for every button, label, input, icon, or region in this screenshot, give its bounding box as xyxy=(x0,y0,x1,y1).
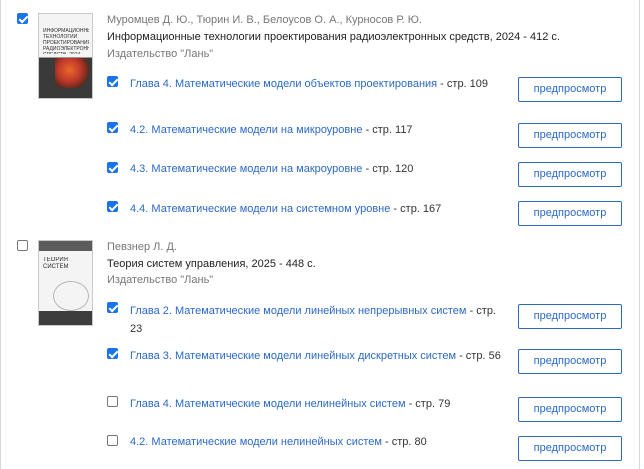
preview-button[interactable]: предпросмотр xyxy=(518,349,622,374)
book-title[interactable]: Теория систем управления, 2025 - 448 с. xyxy=(107,258,316,270)
chapter-link[interactable]: Глава 4. Математические модели нелинейны… xyxy=(130,398,406,410)
chapter-page: - стр. 117 xyxy=(362,124,413,136)
cover-band xyxy=(39,241,92,251)
chapter-checkbox[interactable] xyxy=(107,396,118,407)
chapter-checkbox[interactable] xyxy=(107,435,118,446)
book-publisher: Издательство "Лань" xyxy=(107,274,214,286)
preview-button[interactable]: предпросмотр xyxy=(518,77,622,102)
chapter-checkbox[interactable] xyxy=(107,76,118,87)
chapter-link[interactable]: Глава 3. Математические модели линейных … xyxy=(130,350,456,362)
cover-base xyxy=(39,311,92,325)
chapter-checkbox[interactable] xyxy=(107,122,118,133)
chapter-checkbox[interactable] xyxy=(107,162,118,173)
preview-button[interactable]: предпросмотр xyxy=(518,123,622,148)
chapter-page: - стр. 80 xyxy=(381,436,427,448)
book-authors: Певзнер Л. Д. xyxy=(107,241,177,253)
book-cover[interactable]: Информационные технологии проектирования… xyxy=(38,13,93,99)
chapter-page: - стр. 56 xyxy=(456,350,501,362)
book-checkbox[interactable] xyxy=(17,13,28,24)
chapter-item: Глава 4. Математические модели объектов … xyxy=(130,75,500,93)
chapter-item: 4.3. Математические модели на макроуровн… xyxy=(130,160,500,178)
chapter-item: 4.2. Математические модели нелинейных си… xyxy=(130,433,510,451)
chapter-item: Глава 4. Математические модели нелинейны… xyxy=(130,395,510,413)
preview-button[interactable]: предпросмотр xyxy=(518,304,622,329)
preview-button[interactable]: предпросмотр xyxy=(518,397,622,422)
chapter-item: 4.2. Математические модели на микроуровн… xyxy=(130,121,500,139)
chapter-item: Глава 3. Математические модели линейных … xyxy=(130,347,505,365)
book-checkbox[interactable] xyxy=(17,240,28,251)
cover-artwork xyxy=(53,281,89,311)
chapter-link[interactable]: Глава 2. Математические модели линейных … xyxy=(130,305,467,317)
book-cover-title: Теория систем управления, 2025 - 448 с. xyxy=(43,257,69,270)
chapter-link[interactable]: 4.4. Математические модели на системном … xyxy=(130,203,390,215)
chapter-page: - стр. 120 xyxy=(362,163,414,175)
chapter-page: - стр. 167 xyxy=(390,203,442,215)
preview-button[interactable]: предпросмотр xyxy=(518,162,622,187)
chapter-link[interactable]: 4.2. Математические модели нелинейных си… xyxy=(130,436,382,448)
book-authors: Муромцев Д. Ю., Тюрин И. В., Белоусов О.… xyxy=(107,14,422,26)
cover-artwork xyxy=(55,58,91,88)
chapter-checkbox[interactable] xyxy=(107,302,118,313)
book-cover[interactable]: Теория систем управления, 2025 - 448 с. xyxy=(38,240,93,326)
chapter-page: - стр. 109 xyxy=(437,78,489,90)
preview-button[interactable]: предпросмотр xyxy=(518,201,622,226)
chapter-page: - стр. 79 xyxy=(405,398,451,410)
chapter-item: Глава 2. Математические модели линейных … xyxy=(130,302,500,338)
chapter-checkbox[interactable] xyxy=(107,348,118,359)
preview-button[interactable]: предпросмотр xyxy=(518,436,622,461)
book-publisher: Издательство "Лань" xyxy=(107,48,214,60)
chapter-checkbox[interactable] xyxy=(107,201,118,212)
book-cover-title: Информационные технологии проектирования… xyxy=(43,28,89,54)
chapter-item: 4.4. Математические модели на системном … xyxy=(130,200,510,218)
chapter-link[interactable]: 4.2. Математические модели на микроуровн… xyxy=(130,124,362,136)
chapter-link[interactable]: 4.3. Математические модели на макроуровн… xyxy=(130,163,362,175)
book-title[interactable]: Информационные технологии проектирования… xyxy=(107,31,560,43)
chapter-link[interactable]: Глава 4. Математические модели объектов … xyxy=(130,78,437,90)
